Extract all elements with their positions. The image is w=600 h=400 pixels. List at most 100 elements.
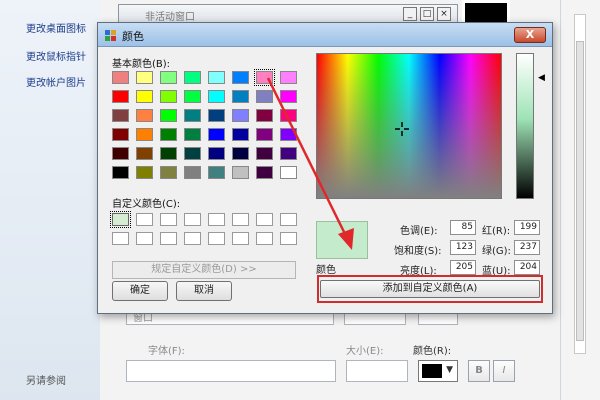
background-sidebar: 更改桌面图标 更改鼠标指针 更改帐户图片 另请参阅 xyxy=(0,0,100,400)
custom-color-swatch[interactable] xyxy=(184,213,201,226)
inactive-window-title: 非活动窗口 xyxy=(145,12,195,23)
sidebar-link-desktop-icons[interactable]: 更改桌面图标 xyxy=(26,20,86,35)
blue-input[interactable]: 204 xyxy=(514,260,540,275)
custom-color-swatch[interactable] xyxy=(232,232,249,245)
font-label: 字体(F): xyxy=(148,346,185,357)
basic-color-swatch[interactable] xyxy=(160,128,177,141)
font-size-select[interactable] xyxy=(346,360,408,382)
basic-color-swatch[interactable] xyxy=(232,147,249,160)
basic-color-swatch[interactable] xyxy=(160,109,177,122)
font-color-button[interactable]: ▼ xyxy=(418,360,458,382)
basic-color-swatch[interactable] xyxy=(232,128,249,141)
basic-color-swatch[interactable] xyxy=(280,71,297,84)
basic-color-swatch[interactable] xyxy=(232,166,249,179)
basic-color-swatch[interactable] xyxy=(280,90,297,103)
basic-color-swatch[interactable] xyxy=(112,128,129,141)
basic-color-swatch[interactable] xyxy=(256,109,273,122)
luminance-bar[interactable] xyxy=(516,53,534,199)
basic-color-swatch[interactable] xyxy=(232,90,249,103)
custom-color-swatch[interactable] xyxy=(160,232,177,245)
font-color-swatch xyxy=(422,364,442,378)
basic-color-swatch[interactable] xyxy=(184,147,201,160)
close-button[interactable]: X xyxy=(514,27,546,43)
basic-color-swatch[interactable] xyxy=(208,71,225,84)
basic-color-swatch[interactable] xyxy=(112,166,129,179)
custom-color-swatch[interactable] xyxy=(208,232,225,245)
basic-color-swatch[interactable] xyxy=(208,166,225,179)
background-scrollbar[interactable] xyxy=(574,14,586,354)
basic-color-swatch[interactable] xyxy=(184,71,201,84)
basic-color-swatch[interactable] xyxy=(208,128,225,141)
custom-color-swatch[interactable] xyxy=(280,232,297,245)
saturation-input[interactable]: 123 xyxy=(450,240,476,255)
custom-color-swatch[interactable] xyxy=(184,232,201,245)
basic-color-swatch[interactable] xyxy=(208,147,225,160)
luminance-input[interactable]: 205 xyxy=(450,260,476,275)
basic-color-swatch[interactable] xyxy=(254,69,275,86)
bold-button[interactable]: B xyxy=(468,360,490,382)
basic-color-swatch[interactable] xyxy=(112,71,129,84)
custom-color-swatch[interactable] xyxy=(160,213,177,226)
italic-button[interactable]: I xyxy=(493,360,515,382)
basic-color-swatch[interactable] xyxy=(256,128,273,141)
basic-color-swatch[interactable] xyxy=(160,147,177,160)
basic-color-swatch[interactable] xyxy=(280,166,297,179)
custom-color-swatch[interactable] xyxy=(110,211,131,228)
custom-colors-label: 自定义颜色(C): xyxy=(112,199,181,210)
basic-color-swatch[interactable] xyxy=(280,128,297,141)
basic-color-swatch[interactable] xyxy=(232,71,249,84)
custom-color-swatch[interactable] xyxy=(136,232,153,245)
custom-color-swatch[interactable] xyxy=(112,232,129,245)
basic-color-swatch[interactable] xyxy=(136,128,153,141)
basic-colors-grid xyxy=(112,69,297,179)
crosshair-icon[interactable] xyxy=(395,122,409,136)
custom-color-swatch[interactable] xyxy=(256,213,273,226)
red-input[interactable]: 199 xyxy=(514,220,540,235)
basic-color-swatch[interactable] xyxy=(136,147,153,160)
color-spectrum[interactable] xyxy=(316,53,502,199)
sidebar-link-account-picture[interactable]: 更改帐户图片 xyxy=(26,74,86,89)
basic-color-swatch[interactable] xyxy=(208,109,225,122)
dialog-titlebar[interactable]: 颜色 X xyxy=(98,23,552,47)
basic-color-swatch[interactable] xyxy=(160,166,177,179)
basic-colors-label: 基本颜色(B): xyxy=(112,59,171,70)
basic-color-swatch[interactable] xyxy=(136,166,153,179)
basic-color-swatch[interactable] xyxy=(160,90,177,103)
basic-color-swatch[interactable] xyxy=(184,128,201,141)
basic-color-swatch[interactable] xyxy=(112,109,129,122)
basic-color-swatch[interactable] xyxy=(136,109,153,122)
basic-color-swatch[interactable] xyxy=(136,71,153,84)
palette-icon xyxy=(105,30,116,41)
inactive-window-preview: 非活动窗口 _ □ × xyxy=(118,4,458,24)
basic-color-swatch[interactable] xyxy=(184,90,201,103)
custom-color-swatch[interactable] xyxy=(256,232,273,245)
basic-color-swatch[interactable] xyxy=(112,90,129,103)
basic-color-swatch[interactable] xyxy=(256,90,273,103)
maximize-icon: □ xyxy=(420,7,434,21)
basic-color-swatch[interactable] xyxy=(232,109,249,122)
basic-color-swatch[interactable] xyxy=(112,147,129,160)
sidebar-link-mouse-pointer[interactable]: 更改鼠标指针 xyxy=(26,48,86,63)
basic-color-swatch[interactable] xyxy=(256,166,273,179)
basic-color-swatch[interactable] xyxy=(256,147,273,160)
cancel-button[interactable]: 取消 xyxy=(176,281,232,301)
basic-color-swatch[interactable] xyxy=(280,109,297,122)
close-icon: × xyxy=(437,7,451,21)
custom-color-swatch[interactable] xyxy=(208,213,225,226)
font-select[interactable] xyxy=(126,360,336,382)
custom-color-swatch[interactable] xyxy=(136,213,153,226)
custom-color-swatch[interactable] xyxy=(232,213,249,226)
dialog-title: 颜色 xyxy=(122,30,144,43)
basic-color-swatch[interactable] xyxy=(184,166,201,179)
basic-color-swatch[interactable] xyxy=(208,90,225,103)
luminance-pointer-icon[interactable]: ◀ xyxy=(538,73,545,83)
basic-color-swatch[interactable] xyxy=(136,90,153,103)
ok-button[interactable]: 确定 xyxy=(112,281,168,301)
scrollbar-thumb[interactable] xyxy=(576,41,584,341)
hue-input[interactable]: 85 xyxy=(450,220,476,235)
basic-color-swatch[interactable] xyxy=(280,147,297,160)
green-input[interactable]: 237 xyxy=(514,240,540,255)
basic-color-swatch[interactable] xyxy=(160,71,177,84)
custom-color-swatch[interactable] xyxy=(280,213,297,226)
basic-color-swatch[interactable] xyxy=(184,109,201,122)
